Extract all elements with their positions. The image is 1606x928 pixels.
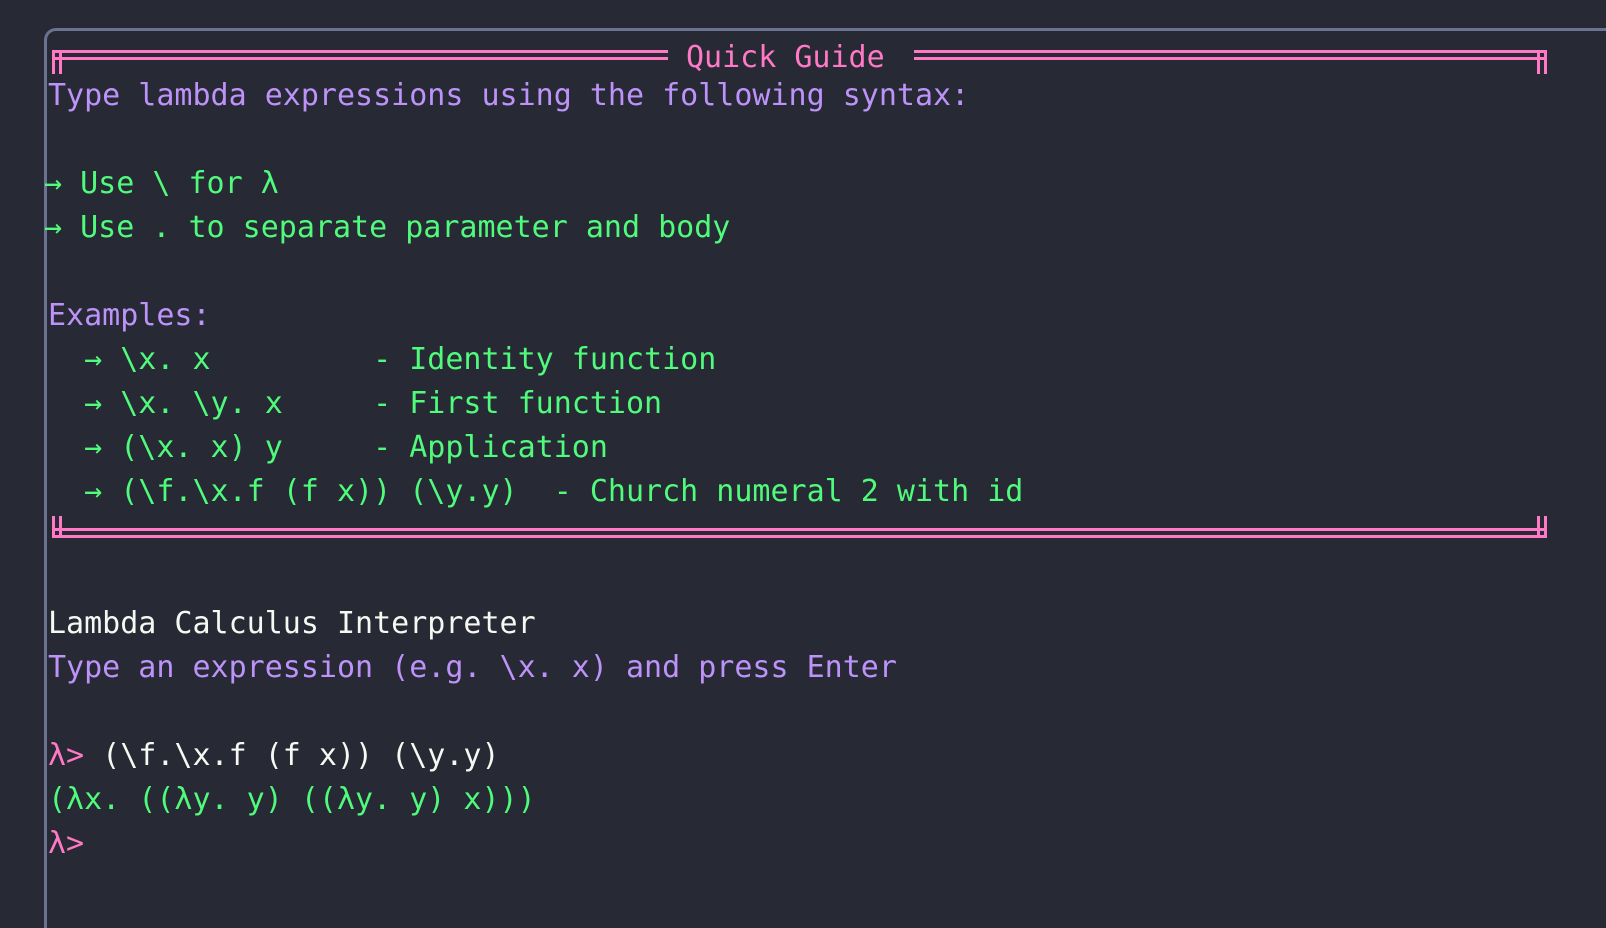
guide-frame-bottom bbox=[52, 528, 1547, 538]
prompt-symbol: λ> bbox=[48, 826, 85, 861]
example-item: → \x. \y. x - First function bbox=[48, 382, 662, 426]
example-expression: → \x. x bbox=[48, 342, 374, 377]
example-expression: → (\x. x) y bbox=[48, 430, 374, 465]
guide-corner-top-left bbox=[52, 50, 62, 74]
example-item: → \x. x - Identity function bbox=[48, 338, 716, 382]
prompt-symbol: λ> bbox=[48, 738, 85, 773]
repl-hint: Type an expression (e.g. \x. x) and pres… bbox=[48, 650, 897, 685]
history-input: (\f.\x.f (f x)) (\y.y) bbox=[84, 738, 500, 773]
example-description: - Identity function bbox=[373, 342, 717, 377]
repl-title: Lambda Calculus Interpreter bbox=[48, 606, 536, 641]
example-item: → (\f.\x.f (f x)) (\y.y) - Church numera… bbox=[48, 470, 1023, 514]
example-expression: → (\f.\x.f (f x)) (\y.y) bbox=[48, 474, 554, 509]
guide-rule: → Use \ for λ bbox=[44, 166, 279, 201]
examples-heading: Examples: bbox=[48, 298, 211, 333]
guide-rule: → Use . to separate parameter and body bbox=[44, 210, 731, 245]
example-description: - Application bbox=[373, 430, 608, 465]
example-expression: → \x. \y. x bbox=[48, 386, 374, 421]
example-description: - First function bbox=[373, 386, 663, 421]
guide-intro: Type lambda expressions using the follow… bbox=[48, 78, 970, 113]
guide-corner-top-right bbox=[1537, 50, 1547, 74]
repl-history-input-line: λ> (\f.\x.f (f x)) (\y.y) bbox=[48, 734, 500, 778]
example-description: - Church numeral 2 with id bbox=[553, 474, 1024, 509]
history-output: (λx. ((λy. y) ((λy. y) x))) bbox=[48, 782, 536, 817]
repl-input-line[interactable]: λ> bbox=[48, 822, 1588, 866]
example-item: → (\x. x) y - Application bbox=[48, 426, 608, 470]
